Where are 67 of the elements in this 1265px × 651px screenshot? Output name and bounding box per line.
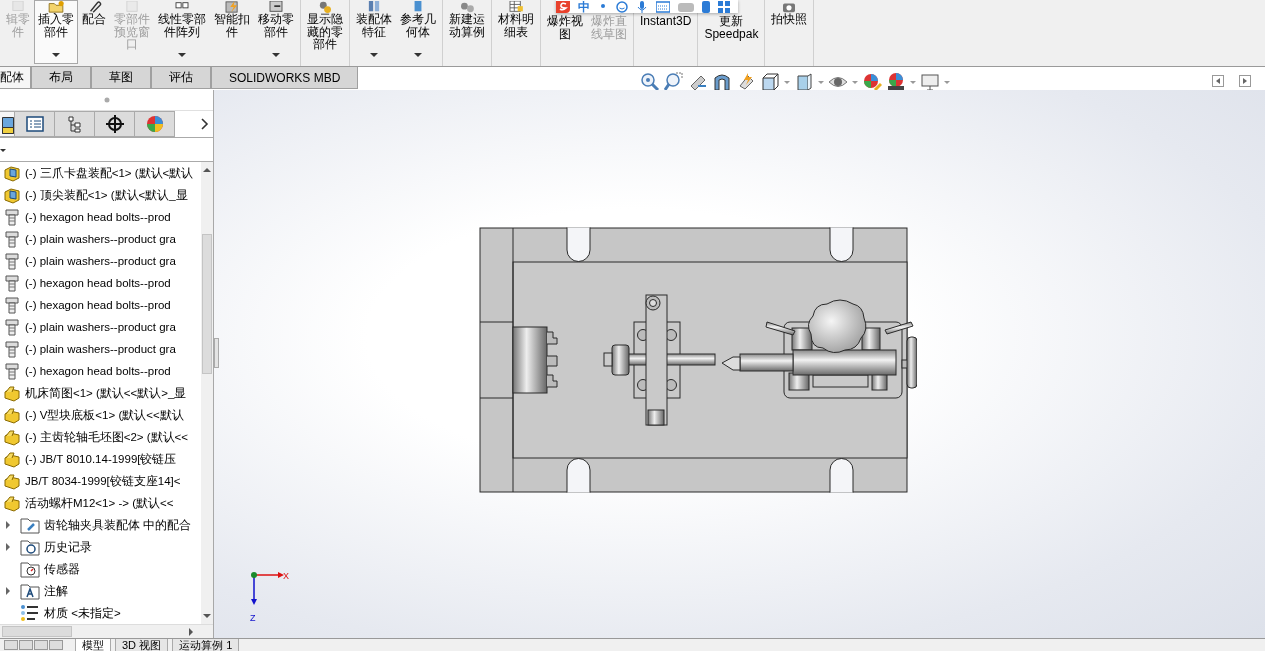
tree-item[interactable]: 注解 xyxy=(0,580,201,602)
tree-item-label: (-) plain washers--product gra xyxy=(25,343,176,355)
toolbar-button[interactable]: 智能扣 件 xyxy=(210,0,254,64)
tab[interactable]: 草图 xyxy=(91,67,151,89)
tree-item-label: 注解 xyxy=(44,583,68,599)
tab[interactable]: 3D 视图 xyxy=(115,639,169,651)
toolbar-button[interactable]: 更新 Speedpak xyxy=(700,0,763,64)
tree-item-label: (-) hexagon head bolts--prod xyxy=(25,277,171,289)
tree-item[interactable]: (-) V型块底板<1> (默认<<默认 xyxy=(0,404,201,426)
tree-item-label: (-) plain washers--product gra xyxy=(25,233,176,245)
tree-item-label: JB/T 8034-1999[铰链支座14]< xyxy=(25,473,181,489)
tree-item[interactable]: 历史记录 xyxy=(0,536,201,558)
toolbar-button[interactable]: 装配体 特征 xyxy=(352,0,396,64)
tree-item-label: (-) 三爪卡盘装配<1> (默认<默认 xyxy=(25,165,194,181)
axis-label: Z xyxy=(250,614,256,623)
toolbar-button[interactable]: 配合 xyxy=(78,0,110,64)
tree-item[interactable]: JB/T 8034-1999[铰链支座14]< xyxy=(0,470,201,492)
tree-item[interactable]: (-) 三爪卡盘装配<1> (默认<默认 xyxy=(0,162,201,184)
tab[interactable]: 配体 xyxy=(0,67,31,89)
toolbar-button[interactable]: 插入零 部件 xyxy=(34,0,78,64)
tree-item[interactable]: (-) plain washers--product gra xyxy=(0,338,201,360)
tree-item[interactable]: (-) 顶尖装配<1> (默认<默认_显 xyxy=(0,184,201,206)
tree-item-label: 历史记录 xyxy=(44,539,92,555)
tab[interactable]: 布局 xyxy=(31,67,91,89)
tree-item-label: 材质 <未指定> xyxy=(44,605,121,621)
tree-item-label: (-) plain washers--product gra xyxy=(25,321,176,333)
tree-item-label: 传感器 xyxy=(44,561,80,577)
tree-item[interactable]: 传感器 xyxy=(0,558,201,580)
toolbar-button[interactable]: Instant3D xyxy=(636,0,696,64)
toolbar-button[interactable]: 拍快照 xyxy=(767,0,812,64)
graphics-viewport[interactable]: X Z xyxy=(214,90,1265,638)
toolbar-button[interactable]: 材料明 细表 xyxy=(494,0,538,64)
input-mode-label[interactable]: 中 xyxy=(578,0,590,13)
tree-item-label: (-) plain washers--product gra xyxy=(25,255,176,267)
tree-item[interactable]: (-) plain washers--product gra xyxy=(0,228,201,250)
tree-item-label: 机床简图<1> (默认<<默认>_显 xyxy=(25,385,187,401)
tab[interactable]: SOLIDWORKS MBD xyxy=(211,67,359,89)
toolbar-button[interactable]: 线性零部 件阵列 xyxy=(154,0,210,64)
tree-item-label: (-) hexagon head bolts--prod xyxy=(25,299,171,311)
axis-label: X xyxy=(283,572,289,581)
toolbar-button[interactable]: 显示隐 藏的零 部件 xyxy=(303,0,347,64)
tab[interactable]: 模型 xyxy=(75,639,111,651)
tab[interactable]: 评估 xyxy=(151,67,211,89)
tab[interactable]: 运动算例 1 xyxy=(172,639,240,651)
tree-item[interactable]: 材质 <未指定> xyxy=(0,602,201,624)
tree-item[interactable]: 活动螺杆M12<1> -> (默认<< xyxy=(0,492,201,514)
tree-item-label: (-) 顶尖装配<1> (默认<默认_显 xyxy=(25,187,188,203)
toolbar-button[interactable]: 新建运 动算例 xyxy=(445,0,489,64)
tree-item-label: (-) hexagon head bolts--prod xyxy=(25,211,171,223)
tree-item[interactable]: (-) JB/T 8010.14-1999[铰链压 xyxy=(0,448,201,470)
tree-item[interactable]: 机床简图<1> (默认<<默认>_显 xyxy=(0,382,201,404)
tree-item-label: (-) 主齿轮轴毛坯图<2> (默认<< xyxy=(25,429,188,445)
tree-item[interactable]: (-) hexagon head bolts--prod xyxy=(0,206,201,228)
tree-item-label: 活动螺杆M12<1> -> (默认<< xyxy=(25,495,174,511)
toolbar-button[interactable]: 参考几 何体 xyxy=(396,0,440,64)
tree-item[interactable]: 齿轮轴夹具装配体 中的配合 xyxy=(0,514,201,536)
tree-item-label: (-) hexagon head bolts--prod xyxy=(25,365,171,377)
tree-item[interactable]: (-) 主齿轮轴毛坯图<2> (默认<< xyxy=(0,426,201,448)
tree-item-label: (-) V型块底板<1> (默认<<默认 xyxy=(25,407,184,423)
toolbar-button[interactable]: 移动零 部件 xyxy=(254,0,298,64)
tree-item[interactable]: (-) hexagon head bolts--prod xyxy=(0,360,201,382)
tree-item[interactable]: (-) hexagon head bolts--prod xyxy=(0,272,201,294)
tree-item[interactable]: (-) plain washers--product gra xyxy=(0,250,201,272)
tree-item-label: (-) JB/T 8010.14-1999[铰链压 xyxy=(25,451,177,467)
tree-item[interactable]: (-) hexagon head bolts--prod xyxy=(0,294,201,316)
tree-item[interactable]: (-) plain washers--product gra xyxy=(0,316,201,338)
tree-item-label: 齿轮轴夹具装配体 中的配合 xyxy=(44,517,192,533)
